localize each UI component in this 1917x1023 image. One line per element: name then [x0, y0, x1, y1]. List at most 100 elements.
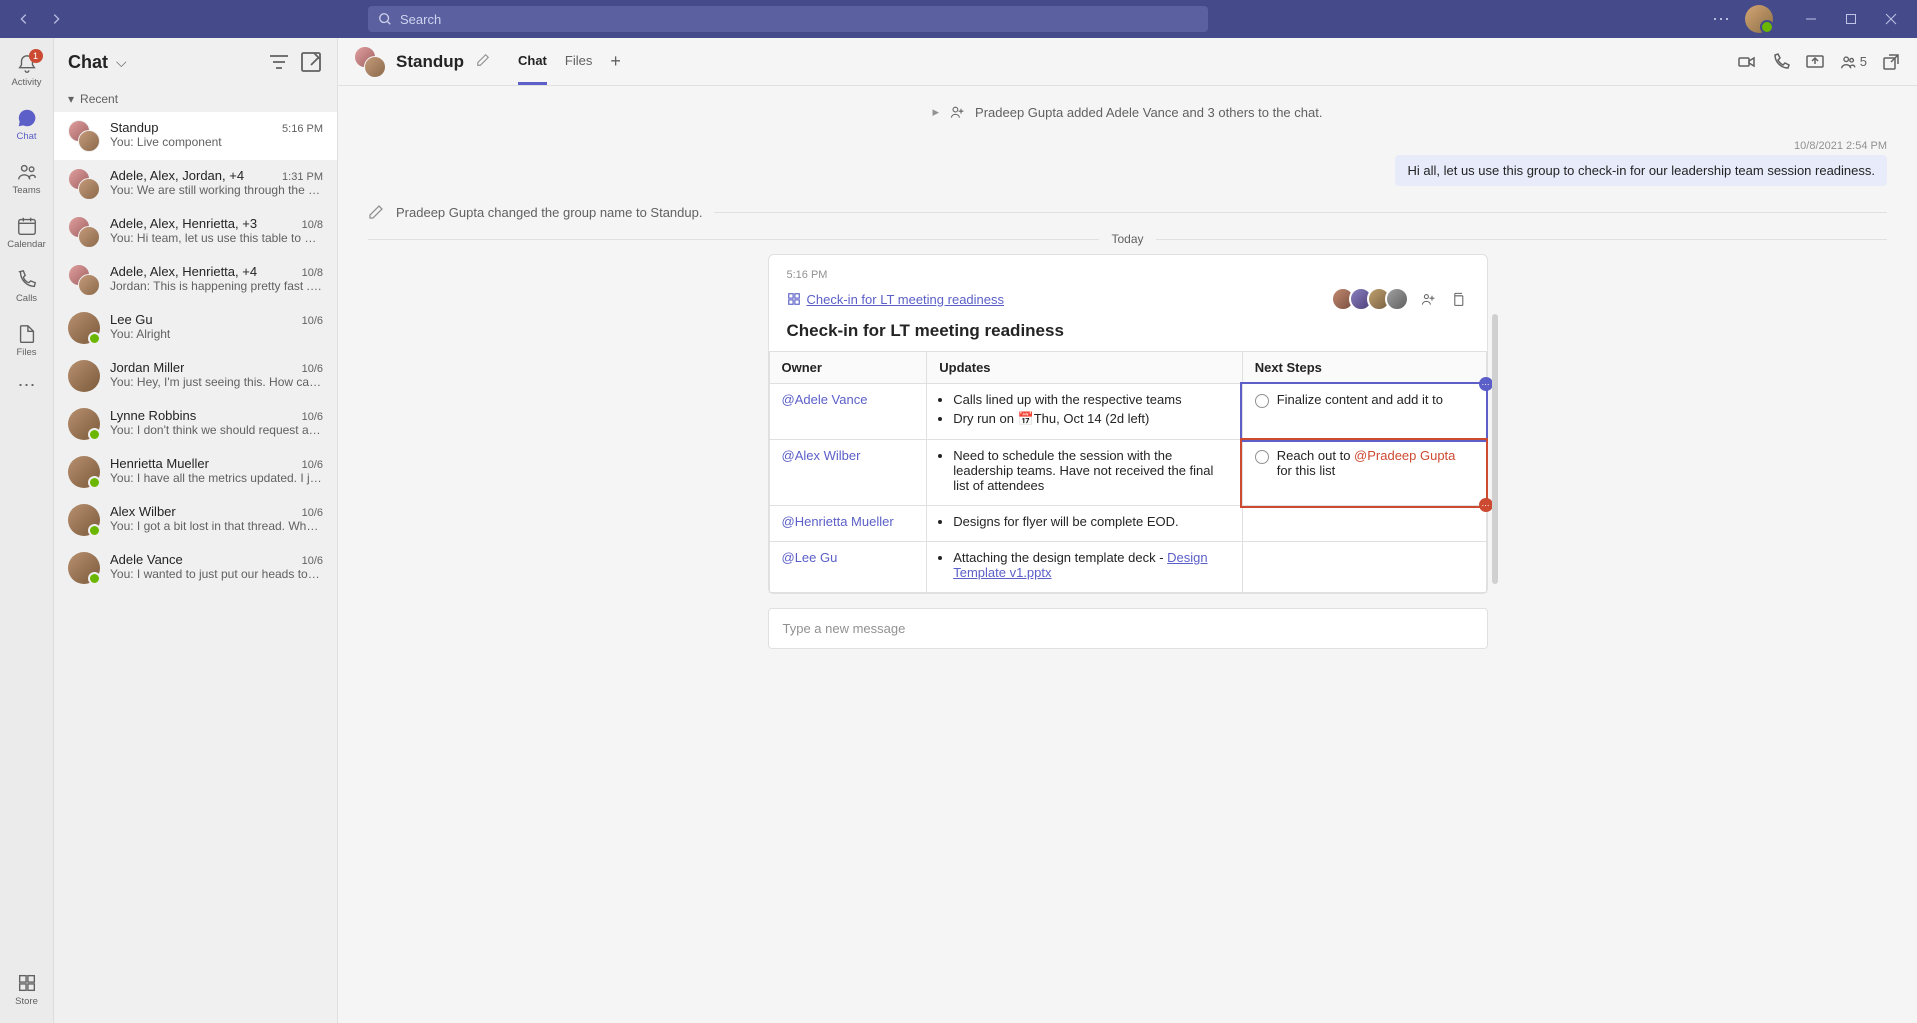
maximize-button[interactable] — [1833, 5, 1869, 33]
chat-name: Adele, Alex, Henrietta, +4 — [110, 264, 257, 279]
rail-chat[interactable]: Chat — [3, 100, 51, 148]
loop-heading[interactable]: Check-in for LT meeting readiness — [769, 319, 1487, 351]
main-pane: Standup Chat Files + 5 — [338, 38, 1917, 1023]
minimize-button[interactable] — [1793, 5, 1829, 33]
copy-button[interactable] — [1447, 288, 1469, 310]
section-recent[interactable]: ▾ Recent — [54, 86, 337, 112]
chat-preview: You: Hi team, let us use this table to p… — [110, 231, 323, 245]
filter-button[interactable] — [267, 50, 291, 74]
mention[interactable]: @Henrietta Mueller — [782, 514, 894, 529]
section-recent-label: Recent — [80, 92, 118, 106]
table-row[interactable]: @Adele Vance Calls lined up with the resp… — [769, 384, 1486, 440]
avatar — [68, 504, 100, 536]
edit-name-button[interactable] — [476, 53, 490, 70]
chat-list-item[interactable]: Jordan Miller 10/6You: Hey, I'm just seei… — [54, 352, 337, 400]
rail-store-label: Store — [15, 996, 38, 1007]
col-owner: Owner — [769, 352, 927, 384]
video-call-button[interactable] — [1737, 52, 1757, 72]
avatar — [68, 360, 100, 392]
loop-title-link[interactable]: Check-in for LT meeting readiness — [787, 292, 1005, 307]
chat-preview: You: I wanted to just put our heads toge… — [110, 567, 323, 581]
chat-list-item[interactable]: Adele, Alex, Henrietta, +310/8You: Hi te… — [54, 208, 337, 256]
table-row[interactable]: @Alex WilberNeed to schedule the session… — [769, 440, 1486, 506]
mention[interactable]: @Lee Gu — [782, 550, 838, 565]
checkbox-icon[interactable] — [1255, 450, 1269, 464]
rail-calls[interactable]: Calls — [3, 262, 51, 310]
system-added-text: Pradeep Gupta added Adele Vance and 3 ot… — [975, 105, 1322, 120]
todo-item[interactable]: Finalize content and add it to — [1255, 392, 1474, 408]
todo-item[interactable]: Reach out to @Pradeep Gupta for this lis… — [1255, 448, 1474, 478]
tab-files[interactable]: Files — [565, 38, 592, 85]
chat-name: Jordan Miller — [110, 360, 184, 375]
edit-icon — [368, 204, 384, 220]
chat-list-item[interactable]: Standup5:16 PMYou: Live component — [54, 112, 337, 160]
chat-list-item[interactable]: Alex Wilber10/6You: I got a bit lost in … — [54, 496, 337, 544]
compose-input[interactable]: Type a new message — [768, 608, 1488, 649]
mention[interactable]: @Pradeep Gupta — [1354, 448, 1455, 463]
loop-collaborators[interactable] — [1337, 287, 1409, 311]
loop-table[interactable]: Owner Updates Next Steps @Adele Vance Cal… — [769, 351, 1487, 593]
rail-more[interactable]: ⋯ — [3, 370, 51, 400]
bullet-item: Designs for flyer will be complete EOD. — [953, 514, 1229, 529]
col-updates: Updates — [927, 352, 1242, 384]
rail-calls-label: Calls — [16, 293, 37, 304]
chat-preview: You: Hey, I'm just seeing this. How can … — [110, 375, 323, 389]
more-button[interactable]: ⋯ — [1709, 9, 1733, 30]
chat-time: 10/8 — [302, 267, 323, 279]
chevron-down-icon[interactable]: ⌵ — [116, 54, 127, 71]
nav-back-button[interactable] — [10, 5, 38, 33]
share-button[interactable] — [1417, 288, 1439, 310]
chat-time: 10/6 — [302, 507, 323, 519]
bullet-item: Calls lined up with the respective teams — [953, 392, 1229, 407]
avatar — [68, 408, 100, 440]
checkbox-icon[interactable] — [1255, 394, 1269, 408]
chat-time: 10/6 — [302, 363, 323, 375]
avatar — [68, 120, 100, 152]
expand-icon[interactable]: ▸ — [933, 104, 940, 120]
current-user-avatar[interactable] — [1745, 5, 1773, 33]
day-separator: Today — [1111, 232, 1143, 246]
chat-list-item[interactable]: Lynne Robbins10/6You: I don't think we s… — [54, 400, 337, 448]
message-text[interactable]: Hi all, let us use this group to check-i… — [1395, 155, 1887, 186]
file-link[interactable]: Design Template v1.pptx — [953, 550, 1207, 580]
mention[interactable]: @Alex Wilber — [782, 448, 861, 463]
add-tab-button[interactable]: + — [610, 51, 621, 72]
audio-call-button[interactable] — [1771, 52, 1791, 72]
rail-teams[interactable]: Teams — [3, 154, 51, 202]
chat-time: 10/6 — [302, 555, 323, 567]
rail-store[interactable]: Store — [3, 965, 51, 1013]
col-next: Next Steps — [1242, 352, 1486, 384]
system-renamed-text: Pradeep Gupta changed the group name to … — [396, 205, 702, 220]
rail-files-label: Files — [16, 347, 36, 358]
chat-list-item[interactable]: Henrietta Mueller10/6You: I have all the… — [54, 448, 337, 496]
new-chat-button[interactable] — [299, 50, 323, 74]
mention[interactable]: @Adele Vance — [782, 392, 868, 407]
loop-component[interactable]: 5:16 PM Check-in for LT meeting readines… — [768, 254, 1488, 594]
avatar — [68, 312, 100, 344]
avatar — [1385, 287, 1409, 311]
rail-calendar[interactable]: Calendar — [3, 208, 51, 256]
rail-files[interactable]: Files — [3, 316, 51, 364]
chat-time: 5:16 PM — [282, 123, 323, 135]
chat-time: 10/6 — [302, 315, 323, 327]
close-button[interactable] — [1873, 5, 1909, 33]
chat-list-item[interactable]: Adele Vance10/6You: I wanted to just put… — [54, 544, 337, 592]
table-row[interactable]: @Henrietta Mueller Designs for flyer will… — [769, 506, 1486, 542]
chat-preview: You: I have all the metrics updated. I j… — [110, 471, 323, 485]
chat-list-item[interactable]: Lee Gu10/6You: Alright — [54, 304, 337, 352]
chat-list-item[interactable]: Adele, Alex, Jordan, +41:31 PMYou: We ar… — [54, 160, 337, 208]
chat-preview: You: We are still working through the de… — [110, 183, 323, 197]
participants-button[interactable]: 5 — [1839, 53, 1867, 71]
table-row[interactable]: @Lee GuAttaching the design template dec… — [769, 542, 1486, 593]
chat-list-item[interactable]: Adele, Alex, Henrietta, +410/8Jordan: Th… — [54, 256, 337, 304]
rail-activity[interactable]: 1 Activity — [3, 46, 51, 94]
share-screen-button[interactable] — [1805, 52, 1825, 72]
search-input[interactable]: Search — [368, 6, 1208, 32]
chat-name: Lee Gu — [110, 312, 153, 327]
scrollbar[interactable] — [1492, 314, 1498, 584]
chat-avatar — [354, 46, 386, 78]
nav-forward-button[interactable] — [42, 5, 70, 33]
chat-name: Henrietta Mueller — [110, 456, 209, 471]
tab-chat[interactable]: Chat — [518, 38, 547, 85]
popout-button[interactable] — [1881, 52, 1901, 72]
